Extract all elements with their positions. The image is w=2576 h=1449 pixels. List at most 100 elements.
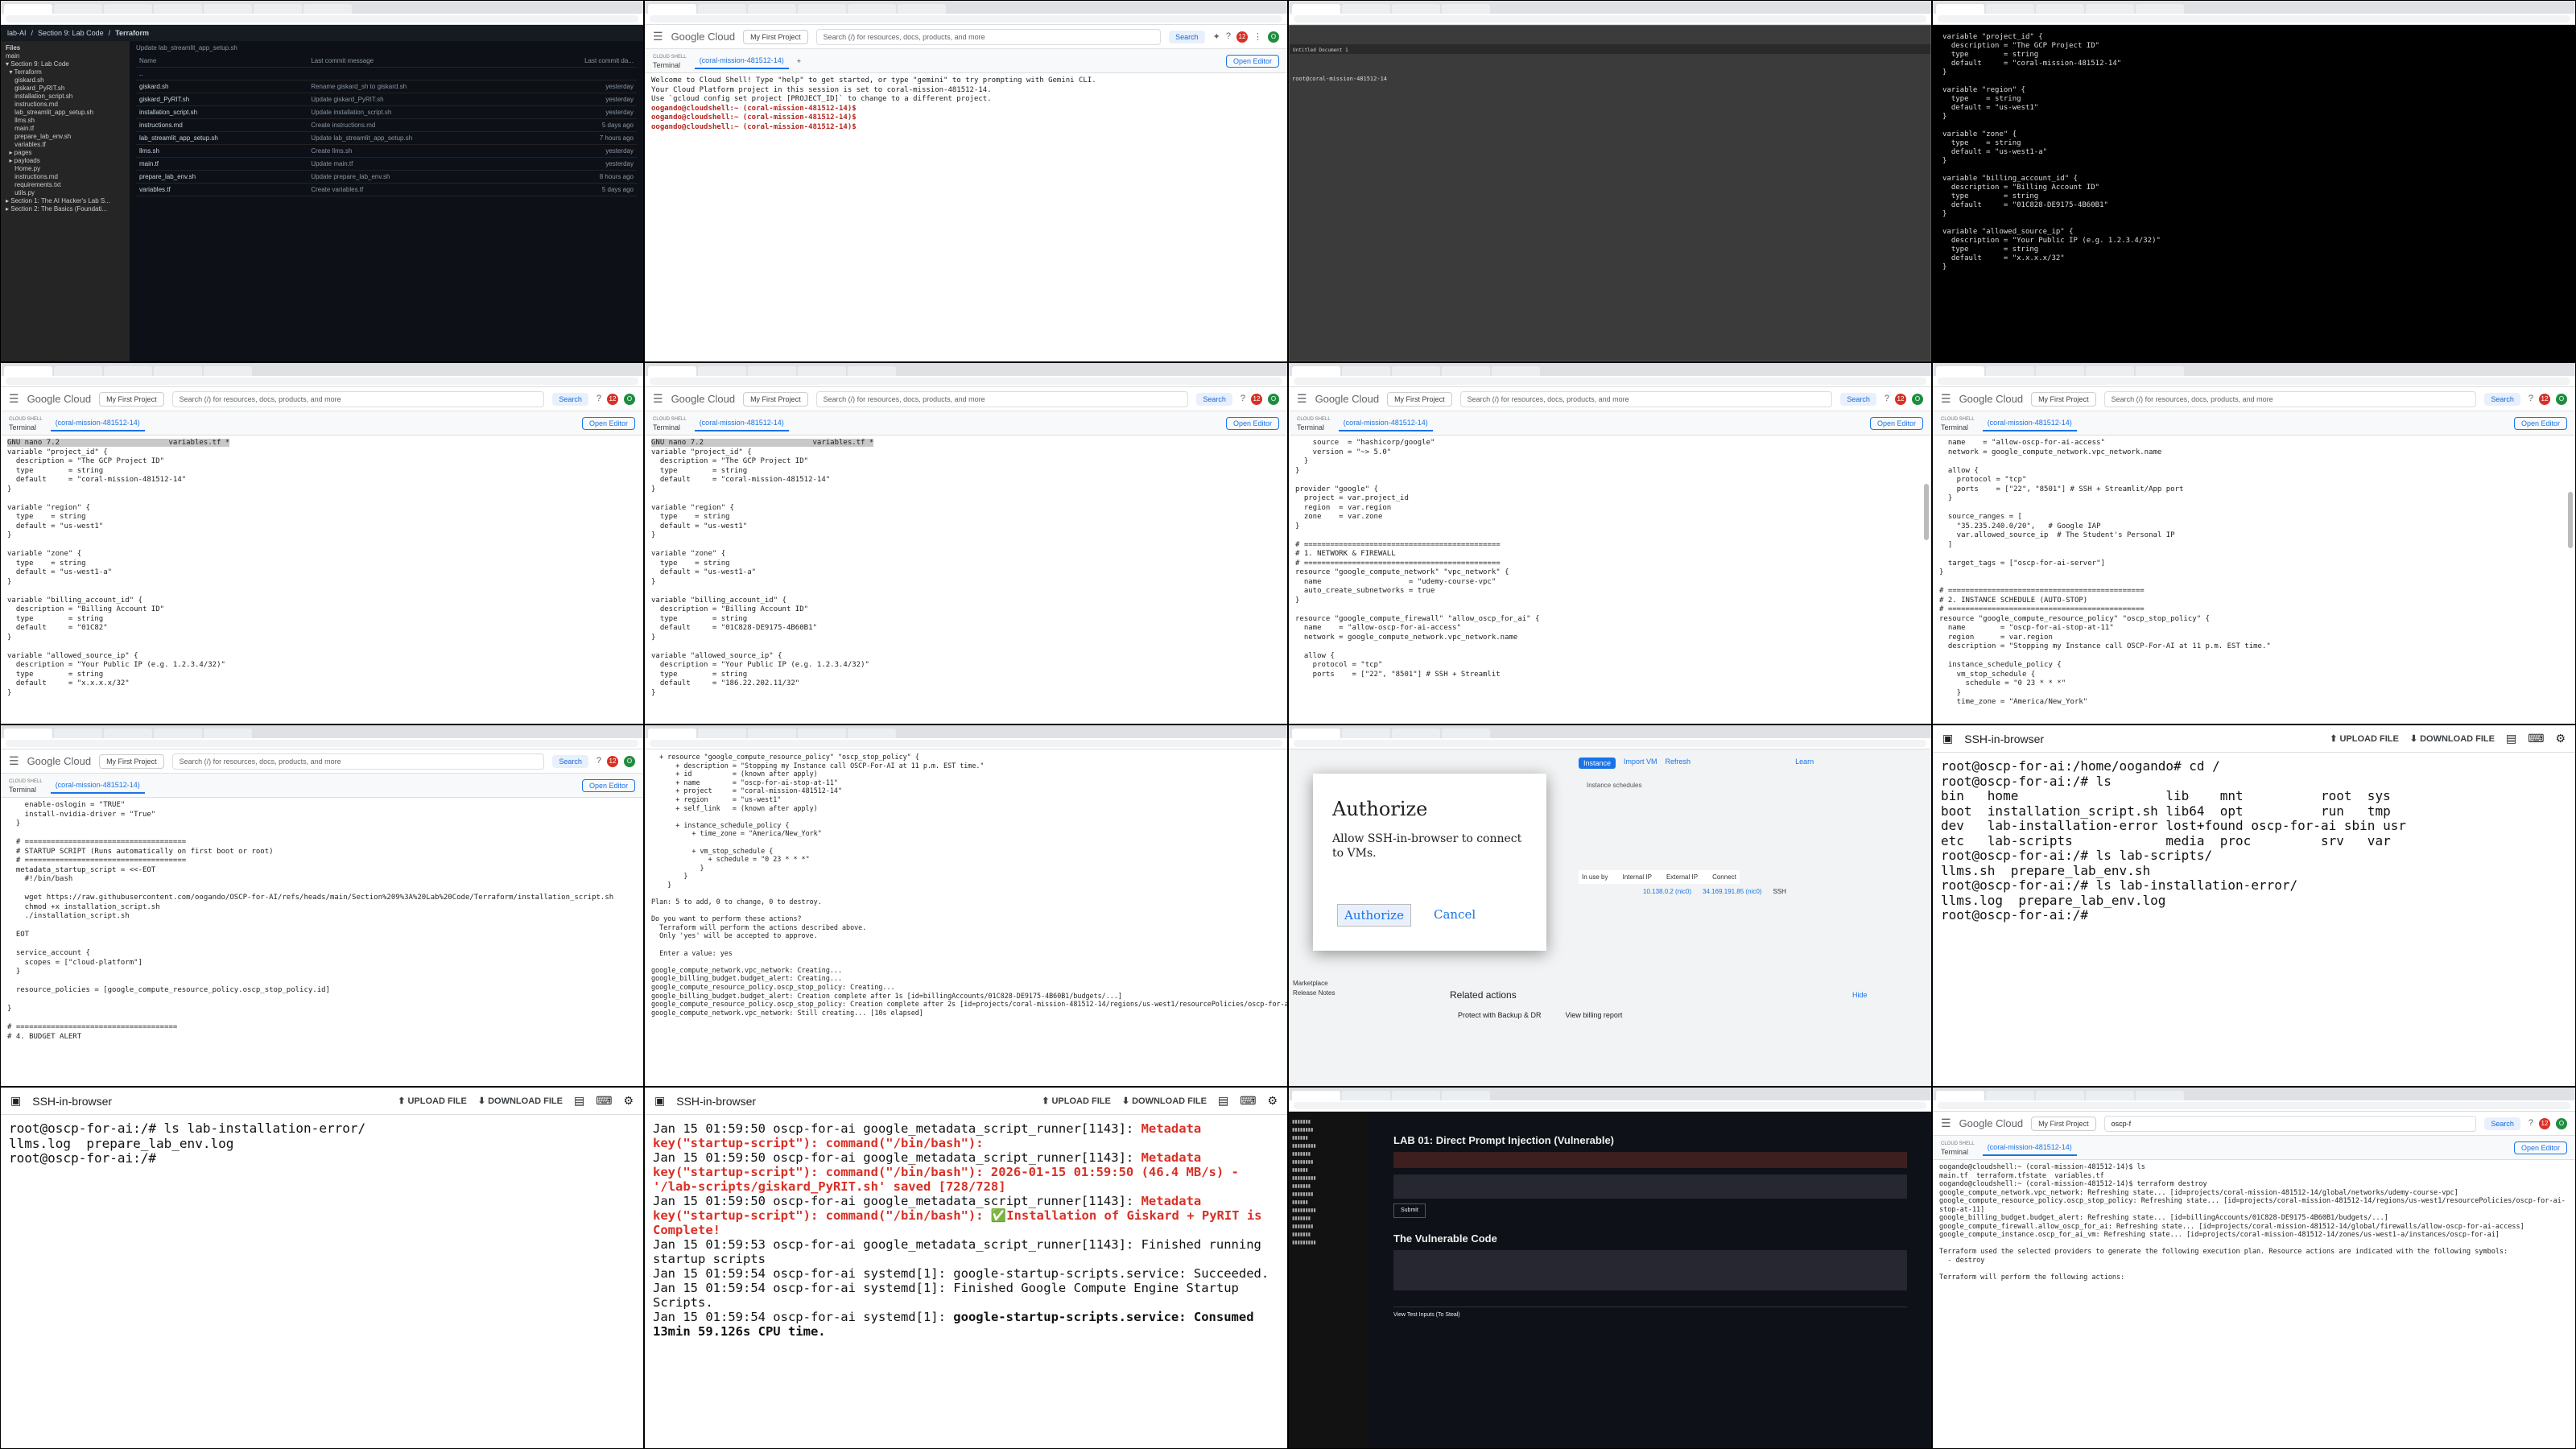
- session-tab[interactable]: (coral-mission-481512-14): [694, 53, 789, 69]
- terminal-output[interactable]: Welcome to Cloud Shell! Type "help" to g…: [645, 73, 1287, 361]
- help-icon[interactable]: ?: [597, 394, 601, 405]
- gcp-logo[interactable]: Google Cloud: [27, 755, 92, 767]
- browser-tabs[interactable]: [1, 725, 643, 738]
- table-row[interactable]: llms.sh Create llms.sh yesterday: [136, 144, 637, 158]
- external-ip[interactable]: 34.169.191.85 (nic0): [1703, 888, 1761, 895]
- more-icon[interactable]: ⋮: [1253, 31, 1262, 43]
- gcp-logo[interactable]: Google Cloud: [1959, 393, 2024, 405]
- terminal-output[interactable]: oogando@cloudshell:~ (coral-mission-4815…: [1933, 1160, 2575, 1448]
- address-bar[interactable]: [1933, 1100, 2575, 1112]
- table-row[interactable]: lab_streamlit_app_setup.sh Update lab_str…: [136, 131, 637, 145]
- project-picker[interactable]: My First Project: [2031, 1116, 2096, 1131]
- submit-button[interactable]: Submit: [1393, 1203, 1426, 1218]
- address-bar[interactable]: [1933, 376, 2575, 387]
- import-vm-button[interactable]: Import VM: [1624, 758, 1657, 769]
- avatar[interactable]: O: [2556, 1117, 2567, 1129]
- terminal-output[interactable]: + resource "google_compute_resource_poli…: [645, 749, 1287, 1086]
- help-icon[interactable]: ?: [1241, 394, 1245, 405]
- notifications-badge[interactable]: 12: [2539, 1117, 2550, 1129]
- session-tab[interactable]: (coral-mission-481512-14): [694, 415, 789, 431]
- settings-gear-icon[interactable]: ⚙: [2555, 732, 2566, 745]
- file-tree[interactable]: Files main ▾ Section 9: Lab Code ▾ Terra…: [1, 41, 130, 361]
- search-input[interactable]: Search (/) for resources, docs, products…: [2103, 390, 2477, 407]
- search-input[interactable]: Search (/) for resources, docs, products…: [815, 390, 1189, 407]
- terminal-output[interactable]: name = "allow-oscp-for-ai-access" networ…: [1933, 436, 2575, 724]
- hide-button[interactable]: Hide: [1852, 991, 1868, 999]
- address-bar[interactable]: [1289, 1100, 1931, 1112]
- chat-icon[interactable]: ▤: [1218, 1094, 1228, 1108]
- search-button[interactable]: Search: [1196, 392, 1232, 406]
- search-button[interactable]: Search: [552, 754, 588, 768]
- menu-icon[interactable]: ☰: [9, 754, 19, 768]
- table-row[interactable]: ..: [136, 67, 637, 80]
- address-bar[interactable]: [1, 738, 643, 749]
- test-inputs-expander[interactable]: View Test Inputs (To Steal): [1393, 1307, 1907, 1320]
- browser-tabs[interactable]: [1933, 363, 2575, 376]
- table-row[interactable]: variables.tf Create variables.tf 5 days ag…: [136, 183, 637, 196]
- address-bar[interactable]: [1289, 376, 1931, 387]
- project-picker[interactable]: My First Project: [743, 391, 808, 407]
- download-file-button[interactable]: ⬇ DOWNLOAD FILE: [2410, 733, 2495, 744]
- session-tab[interactable]: (coral-mission-481512-14): [1982, 415, 2077, 431]
- address-bar[interactable]: [645, 376, 1287, 387]
- keyboard-icon[interactable]: ⌨: [596, 1094, 612, 1108]
- address-bar[interactable]: [645, 738, 1287, 749]
- table-row[interactable]: instructions.md Create instructions.md 5 d…: [136, 118, 637, 132]
- nano-editor[interactable]: GNU nano 7.2 variables.tf * variable "pr…: [1, 436, 643, 724]
- search-button[interactable]: Search: [2484, 392, 2520, 406]
- gcp-logo[interactable]: Google Cloud: [27, 393, 92, 405]
- avatar[interactable]: O: [1268, 31, 1279, 43]
- terminal-output[interactable]: Untitled Document 1 root@coral-mission-4…: [1289, 25, 1931, 361]
- address-bar[interactable]: [1933, 14, 2575, 25]
- authorize-button[interactable]: Authorize: [1337, 904, 1411, 927]
- refresh-button[interactable]: Refresh: [1666, 758, 1691, 769]
- table-row[interactable]: installation_script.sh Update installatio…: [136, 105, 637, 119]
- notifications-badge[interactable]: 12: [1895, 393, 1906, 405]
- settings-gear-icon[interactable]: ⚙: [623, 1094, 634, 1108]
- menu-icon[interactable]: ☰: [9, 392, 19, 406]
- menu-icon[interactable]: ☰: [653, 392, 663, 406]
- menu-icon[interactable]: ☰: [1297, 392, 1307, 406]
- learn-button[interactable]: Learn: [1795, 758, 1814, 769]
- search-button[interactable]: Search: [1840, 392, 1876, 406]
- browser-tabs[interactable]: [1933, 1, 2575, 14]
- settings-gear-icon[interactable]: ⚙: [1267, 1094, 1278, 1108]
- download-file-button[interactable]: ⬇ DOWNLOAD FILE: [1122, 1096, 1207, 1106]
- nav-marketplace[interactable]: Marketplace: [1293, 979, 1335, 989]
- table-row[interactable]: giskard.sh Rename giskard_sh to giskard.s…: [136, 80, 637, 93]
- scrollbar[interactable]: [1924, 484, 1929, 540]
- chat-icon[interactable]: ▤: [2506, 732, 2516, 745]
- search-input[interactable]: Search (/) for resources, docs, products…: [171, 390, 545, 407]
- cancel-button[interactable]: Cancel: [1427, 904, 1482, 927]
- billing-report-link[interactable]: View billing report: [1566, 1011, 1623, 1019]
- notifications-badge[interactable]: 12: [607, 755, 618, 767]
- address-bar[interactable]: [1289, 14, 1931, 25]
- browser-tabs[interactable]: [1, 363, 643, 376]
- browser-tabs[interactable]: [1289, 1088, 1931, 1100]
- address-bar[interactable]: [645, 14, 1287, 25]
- help-icon[interactable]: ?: [2529, 394, 2533, 405]
- project-picker[interactable]: My First Project: [2031, 391, 2096, 407]
- project-picker[interactable]: My First Project: [99, 391, 164, 407]
- browser-tabs[interactable]: [645, 725, 1287, 738]
- avatar[interactable]: O: [1268, 393, 1279, 405]
- project-picker[interactable]: My First Project: [743, 29, 808, 44]
- terminal-output[interactable]: enable-oslogin = "TRUE" install-nvidia-d…: [1, 798, 643, 1086]
- search-button[interactable]: Search: [2484, 1117, 2520, 1130]
- project-picker[interactable]: My First Project: [1387, 391, 1452, 407]
- ssh-connect-button[interactable]: SSH: [1773, 888, 1785, 895]
- backup-link[interactable]: Protect with Backup & DR: [1458, 1011, 1542, 1019]
- nano-content[interactable]: variable "project_id" { description = "T…: [651, 448, 869, 697]
- browser-tabs[interactable]: [1289, 363, 1931, 376]
- avatar[interactable]: O: [1912, 393, 1923, 405]
- commit-message[interactable]: Update lab_streamlit_app_setup.sh: [136, 44, 637, 52]
- project-picker[interactable]: My First Project: [99, 753, 164, 769]
- browser-tabs[interactable]: [1289, 725, 1931, 738]
- upload-file-button[interactable]: ⬆ UPLOAD FILE: [2330, 733, 2399, 744]
- gcp-logo[interactable]: Google Cloud: [671, 393, 736, 405]
- lab-sidebar[interactable]: ▮▮▮▮▮▮▮ ▮▮▮▮▮▮▮▮ ▮▮▮▮▮▮ ▮▮▮▮▮▮▮▮▮ ▮▮▮▮▮▮…: [1289, 1112, 1369, 1448]
- notifications-badge[interactable]: 12: [1236, 31, 1248, 43]
- upload-file-button[interactable]: ⬆ UPLOAD FILE: [398, 1096, 467, 1106]
- search-input[interactable]: Search (/) for resources, docs, products…: [171, 753, 545, 770]
- help-icon[interactable]: ?: [1226, 31, 1231, 43]
